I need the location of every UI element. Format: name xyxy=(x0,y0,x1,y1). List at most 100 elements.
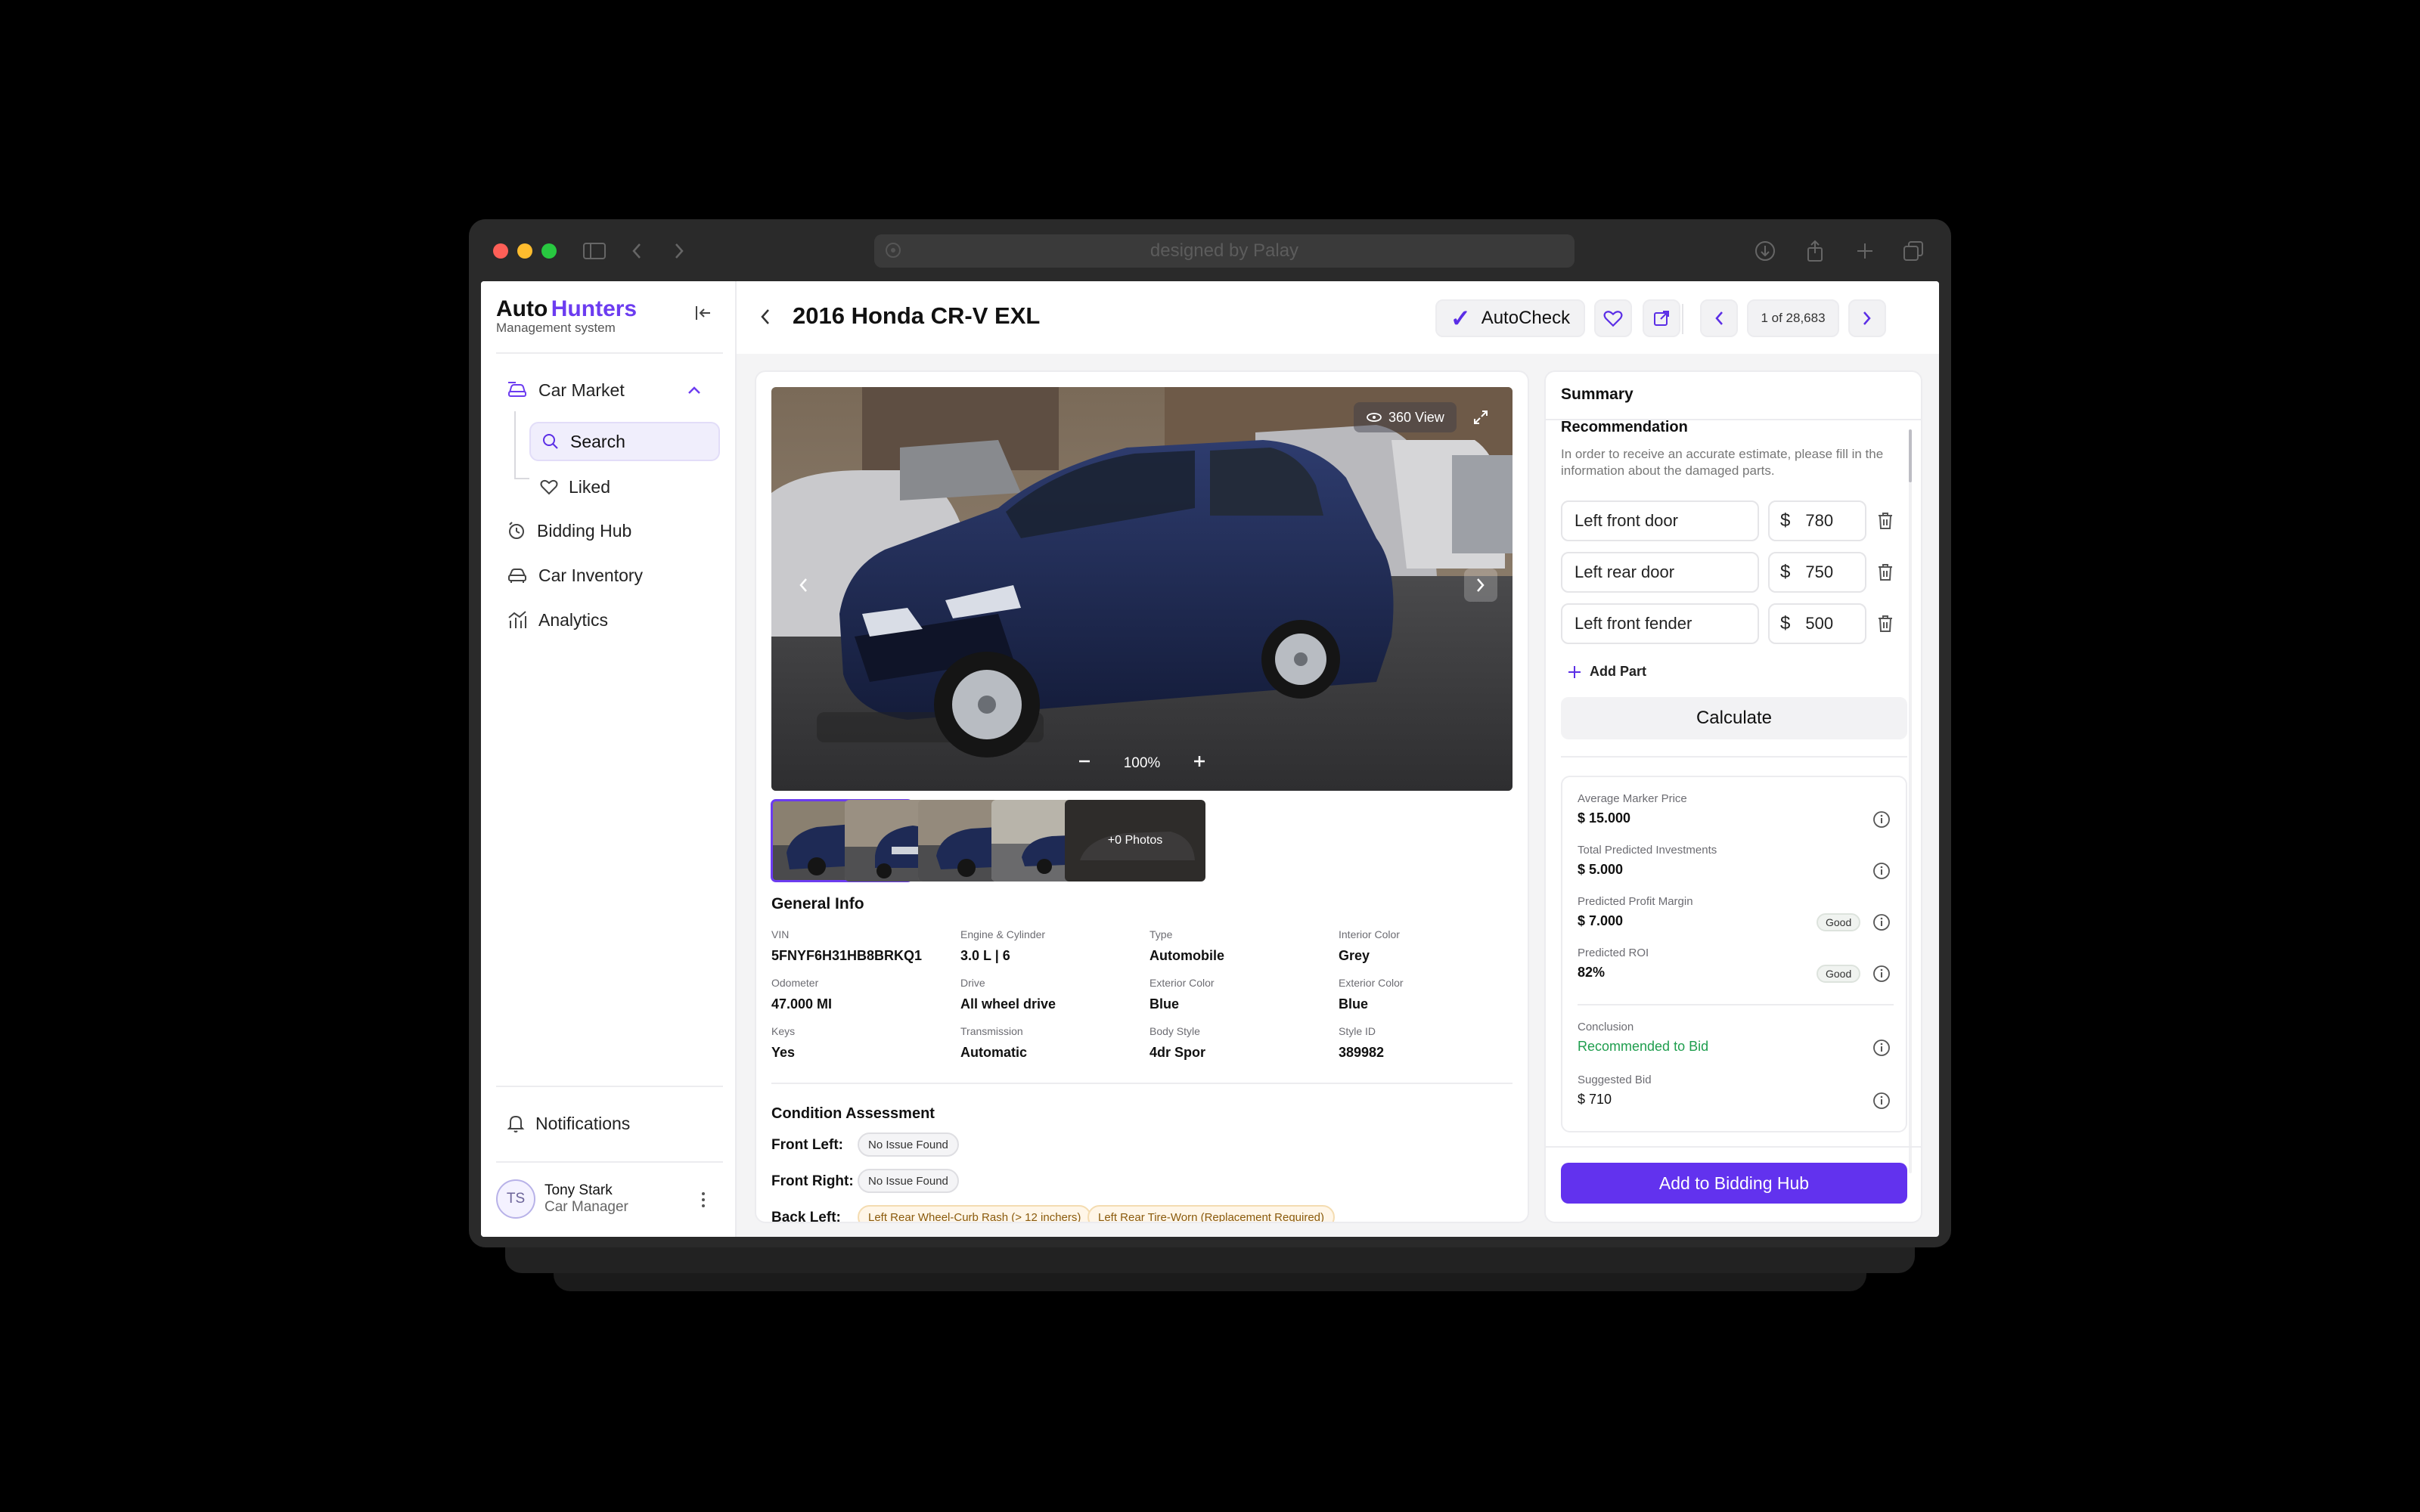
download-icon[interactable] xyxy=(1753,239,1777,263)
recommendation-title: Recommendation xyxy=(1561,419,1688,435)
collapse-sidebar-icon[interactable] xyxy=(694,304,712,326)
suggested-bid-label: Suggested Bid xyxy=(1578,1074,1652,1086)
metric-label: Predicted ROI xyxy=(1578,947,1649,959)
info-label: Transmission xyxy=(960,1025,1023,1037)
condition-chip: No Issue Found xyxy=(858,1132,959,1157)
info-value: 3.0 L | 6 xyxy=(960,948,1010,963)
heart-icon xyxy=(540,479,558,495)
search-icon xyxy=(543,434,558,449)
info-value: Blue xyxy=(1339,996,1369,1012)
nav-tree-line xyxy=(514,411,516,479)
share-icon[interactable] xyxy=(1803,239,1827,263)
photo-thumbnail-more[interactable]: +0 Photos xyxy=(1065,800,1205,881)
conclusion-label: Conclusion xyxy=(1578,1021,1634,1033)
info-icon[interactable] xyxy=(1872,1092,1891,1114)
view-360-button[interactable]: 360 View xyxy=(1354,402,1457,432)
sidebar: Auto Hunters Management system Car Marke… xyxy=(481,281,737,1237)
close-window-button[interactable] xyxy=(493,243,508,259)
condition-row-label: Back Left: xyxy=(771,1210,841,1223)
browser-forward-icon[interactable] xyxy=(667,239,691,263)
browser-window: designed by Palay Auto Hunters Managemen… xyxy=(469,219,1951,1247)
next-photo-button[interactable] xyxy=(1464,569,1497,602)
metric-value: 82% xyxy=(1578,965,1606,980)
tab-overview-icon[interactable] xyxy=(1901,239,1925,263)
add-to-bidding-hub-button[interactable]: Add to Bidding Hub xyxy=(1561,1163,1907,1204)
metric-value: $ 7.000 xyxy=(1578,913,1624,928)
address-bar[interactable]: designed by Palay xyxy=(874,234,1575,268)
chevron-left-icon xyxy=(1715,311,1723,325)
sidebar-item-analytics[interactable]: Analytics xyxy=(507,600,608,640)
back-icon[interactable] xyxy=(759,307,771,330)
condition-chip: Left Rear Wheel-Curb Rash (> 12 inchers) xyxy=(858,1205,1092,1222)
next-car-button[interactable] xyxy=(1848,299,1886,337)
add-part-button[interactable]: Add Part xyxy=(1567,664,1646,680)
info-icon[interactable] xyxy=(1872,1039,1891,1061)
car-photo xyxy=(771,387,1512,791)
status-badge: Good xyxy=(1817,913,1861,931)
maximize-window-button[interactable] xyxy=(541,243,557,259)
sidebar-divider xyxy=(496,352,723,354)
new-tab-icon[interactable] xyxy=(1853,239,1877,263)
timer-icon xyxy=(509,522,524,539)
sidebar-item-label: Bidding Hub xyxy=(537,520,632,541)
user-menu-icon[interactable] xyxy=(700,1191,706,1212)
info-icon[interactable] xyxy=(1872,965,1891,987)
info-label: Engine & Cylinder xyxy=(960,928,1046,940)
part-cost-field[interactable]: $750 xyxy=(1768,552,1866,593)
part-cost-field[interactable]: $780 xyxy=(1768,500,1866,541)
scrollbar-track[interactable] xyxy=(1909,429,1912,1173)
checkmark-icon: ✓ xyxy=(1450,305,1471,332)
user-profile[interactable]: TS Tony Stark Car Manager xyxy=(496,1179,628,1219)
brand-subtitle: Management system xyxy=(496,321,616,335)
plus-icon xyxy=(1568,665,1581,678)
result-pager: 1 of 28,683 xyxy=(1747,299,1839,337)
info-value: Automobile xyxy=(1150,948,1224,963)
brand-logo: Auto Hunters Management system xyxy=(496,296,637,336)
part-name-field[interactable]: Left front fender xyxy=(1561,603,1759,644)
delete-part-icon[interactable] xyxy=(1877,614,1894,637)
sidebar-item-search[interactable]: Search xyxy=(529,422,720,461)
delete-part-icon[interactable] xyxy=(1877,511,1894,534)
page-header: 2016 Honda CR-V EXL ✓ AutoCheck 1 of 28,… xyxy=(737,281,1939,354)
like-button[interactable] xyxy=(1594,299,1632,337)
sidebar-toggle-icon[interactable] xyxy=(582,239,607,263)
dollar-icon: $ xyxy=(1780,562,1791,582)
metric-value: $ 15.000 xyxy=(1578,810,1631,826)
info-icon[interactable] xyxy=(1872,810,1891,832)
metric-label: Average Marker Price xyxy=(1578,792,1687,805)
previous-photo-button[interactable] xyxy=(786,569,820,602)
part-name-field[interactable]: Left rear door xyxy=(1561,552,1759,593)
minimize-window-button[interactable] xyxy=(517,243,532,259)
fullscreen-icon[interactable] xyxy=(1464,401,1497,434)
condition-title: Condition Assessment xyxy=(771,1105,935,1122)
calculate-button[interactable]: Calculate xyxy=(1561,697,1907,739)
sidebar-item-bidding-hub[interactable]: Bidding Hub xyxy=(507,511,631,550)
address-text: designed by Palay xyxy=(1150,240,1299,261)
zoom-control: 100% xyxy=(1077,748,1207,779)
summary-title: Summary xyxy=(1561,386,1634,403)
info-icon[interactable] xyxy=(1872,862,1891,884)
open-external-button[interactable] xyxy=(1643,299,1680,337)
info-value: All wheel drive xyxy=(960,996,1056,1012)
part-name-field[interactable]: Left front door xyxy=(1561,500,1759,541)
delete-part-icon[interactable] xyxy=(1877,562,1894,586)
zoom-in-icon[interactable] xyxy=(1192,754,1207,773)
sidebar-item-car-inventory[interactable]: Car Inventory xyxy=(507,556,643,595)
zoom-out-icon[interactable] xyxy=(1077,754,1092,773)
panel-divider xyxy=(1561,756,1907,758)
sidebar-divider xyxy=(496,1086,723,1087)
dollar-icon: $ xyxy=(1780,613,1791,634)
part-cost-field[interactable]: $500 xyxy=(1768,603,1866,644)
sidebar-item-liked[interactable]: Liked xyxy=(540,467,610,507)
scrollbar-thumb[interactable] xyxy=(1909,429,1912,482)
car-photo-viewer[interactable]: 360 View 100% xyxy=(771,387,1512,791)
browser-back-icon[interactable] xyxy=(625,239,649,263)
info-icon[interactable] xyxy=(1872,913,1891,935)
info-label: Type xyxy=(1150,928,1173,940)
sidebar-item-car-market[interactable]: Car Market xyxy=(507,370,723,410)
info-label: Drive xyxy=(960,977,985,989)
previous-car-button[interactable] xyxy=(1700,299,1738,337)
heart-icon xyxy=(1603,311,1623,327)
autocheck-button[interactable]: ✓ AutoCheck xyxy=(1435,299,1585,337)
sidebar-item-notifications[interactable]: Notifications xyxy=(507,1104,630,1143)
